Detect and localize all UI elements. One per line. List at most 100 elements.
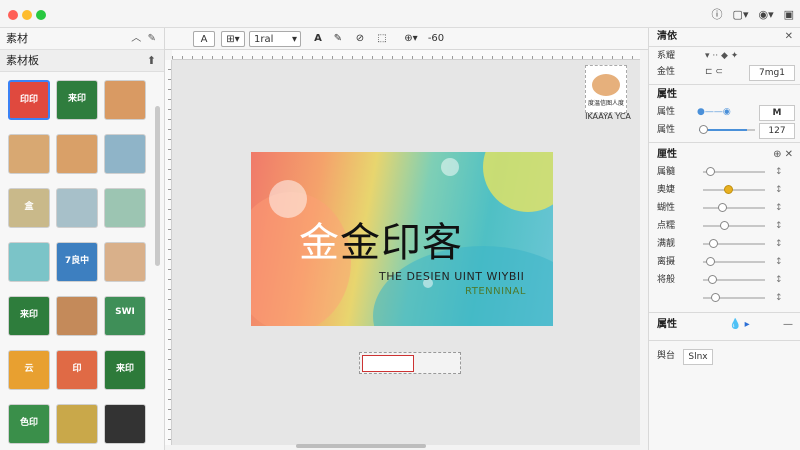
asset-thumbnail-label: 色印 [19,418,38,428]
property-value[interactable]: 127 [759,123,795,139]
layout-dropdown[interactable]: ⊞▾ [221,31,245,47]
property-value[interactable]: M [759,105,795,121]
page-thumbnail-strip[interactable] [359,352,461,374]
business-card[interactable]: 金金印客 THE DESIEN UINT WIYBII RTENNINAL [251,152,553,326]
asset-thumbnail[interactable]: 7良中 [56,242,98,282]
slider-knob[interactable] [706,257,715,266]
chat-icon[interactable]: ▢▾ [733,8,749,21]
help-icon[interactable]: ⓘ [712,6,723,22]
property-slider[interactable] [703,221,765,230]
properties-panel: 清依 ✕ 系耀 ▾ ·· ◆ ✦ 金性 ⊏ ⊂ 7mg1 属性 属性 ●——◉ … [648,28,800,450]
minimize-icon[interactable]: — [783,316,793,334]
stepper-icon[interactable]: ↕ [775,200,783,216]
design-canvas[interactable]: 金金印客 THE DESIEN UINT WIYBII RTENNINAL 度温… [172,60,640,445]
crop-icon[interactable]: ⬚ [375,31,389,47]
asset-thumbnail[interactable]: SWI [104,296,146,336]
asset-thumbnail[interactable]: 盒 [8,188,50,228]
card-bubble [441,158,459,176]
footer-value[interactable]: Slnx [683,349,713,365]
stepper-icon[interactable]: ↕ [775,218,783,234]
asset-thumbnail[interactable]: 印 [56,350,98,390]
color-dot-icon[interactable]: ●——◉ [697,104,731,120]
asset-thumbnail[interactable] [8,242,50,282]
property-slider[interactable] [703,275,765,284]
gold-value[interactable]: 7mg1 [749,65,795,81]
property-slider-row: 离摄 ↕ [657,254,797,270]
text-tool-button[interactable]: A [193,31,215,47]
collapse-icon[interactable]: ︿ ✎ [131,28,156,50]
drop-icon[interactable]: 💧 ▸ [729,316,750,334]
property-slider[interactable] [699,125,755,134]
asset-thumbnail[interactable] [56,404,98,444]
section-title: 属性 [657,89,677,100]
preview-caption: IKAAYA YCA [585,112,631,121]
assets-subheader: 素材板 ⬆ [0,50,164,72]
asset-thumbnail[interactable] [56,296,98,336]
asset-thumbnail[interactable]: 云 [8,350,50,390]
asset-thumbnail[interactable]: 印印 [8,80,50,120]
property-slider[interactable] [703,257,765,266]
asset-thumbnail[interactable] [56,188,98,228]
stepper-icon[interactable]: ↕ [775,236,783,252]
slider-knob[interactable] [718,203,727,212]
card-subtitle-2[interactable]: RTENNINAL [465,286,526,297]
asset-thumbnail[interactable]: 来印 [56,80,98,120]
card-title[interactable]: 金金印客 [299,210,463,268]
property-slider[interactable] [703,185,765,194]
asset-thumbnail[interactable] [104,188,146,228]
slider-knob[interactable] [699,125,708,134]
slider-knob[interactable] [724,185,733,194]
stepper-icon[interactable]: ↕ [775,254,783,270]
assets-title: 素材 [6,32,28,45]
align-icon[interactable]: ⊕▾ [399,31,423,47]
system-label: 系耀 [657,51,676,61]
link-icon[interactable]: ⊘ [353,31,367,47]
preview-thumbnail[interactable]: 度温信图人度 [585,65,627,113]
section-title: 厘性 [657,149,677,160]
bold-icon[interactable]: A [311,31,325,47]
asset-thumbnail-label: 来印 [67,94,86,104]
stepper-icon[interactable]: ↕ [775,272,783,288]
row-tools-icon[interactable]: ▾ ·· ◆ ✦ [705,48,738,64]
asset-thumbnail[interactable] [104,80,146,120]
zoom-window-button[interactable] [36,10,46,20]
close-icon[interactable]: ✕ [785,28,793,46]
slider-knob[interactable] [720,221,729,230]
property-slider[interactable] [703,167,765,176]
upload-icon[interactable]: ⬆ [147,50,156,72]
slider-knob[interactable] [711,293,720,302]
asset-thumbnail[interactable] [8,134,50,174]
link-icon[interactable]: ⊏ ⊂ [705,64,723,80]
minimize-window-button[interactable] [22,10,32,20]
asset-thumbnail[interactable] [104,134,146,174]
assets-scrollbar[interactable] [155,106,160,266]
asset-thumbnail[interactable] [104,242,146,282]
asset-thumbnail[interactable] [56,134,98,174]
slider-knob[interactable] [706,167,715,176]
stepper-icon[interactable]: ↕ [775,182,783,198]
canvas-horizontal-scrollbar[interactable] [296,444,426,448]
property-slider[interactable] [703,239,765,248]
panel-icon[interactable]: ▣ [784,8,794,21]
footer-label: 舆台 [657,351,676,361]
asset-thumbnail[interactable]: 来印 [104,350,146,390]
section-tools-icon[interactable]: ⊕ ✕ [773,146,793,164]
card-subtitle[interactable]: THE DESIEN UINT WIYBII [379,270,524,283]
slider-knob[interactable] [708,275,717,284]
property-slider-row: 将般 ↕ [657,272,797,288]
property-slider[interactable] [703,203,765,212]
property-slider[interactable] [703,293,765,302]
stepper-icon[interactable]: ↕ [775,164,783,180]
asset-thumbnail[interactable] [104,404,146,444]
page-thumbnail[interactable] [362,355,414,372]
asset-thumbnail[interactable]: 色印 [8,404,50,444]
asset-thumbnail-label: 印 [72,364,82,374]
asset-thumbnail[interactable]: 来印 [8,296,50,336]
zoom-value[interactable]: -60 [421,31,451,47]
stepper-icon[interactable]: ↕ [775,290,783,306]
font-select[interactable]: 1ral ▾ [249,31,301,47]
user-icon[interactable]: ◉▾ [758,8,773,21]
slider-knob[interactable] [709,239,718,248]
brush-icon[interactable]: ✎ [331,31,345,47]
close-window-button[interactable] [8,10,18,20]
